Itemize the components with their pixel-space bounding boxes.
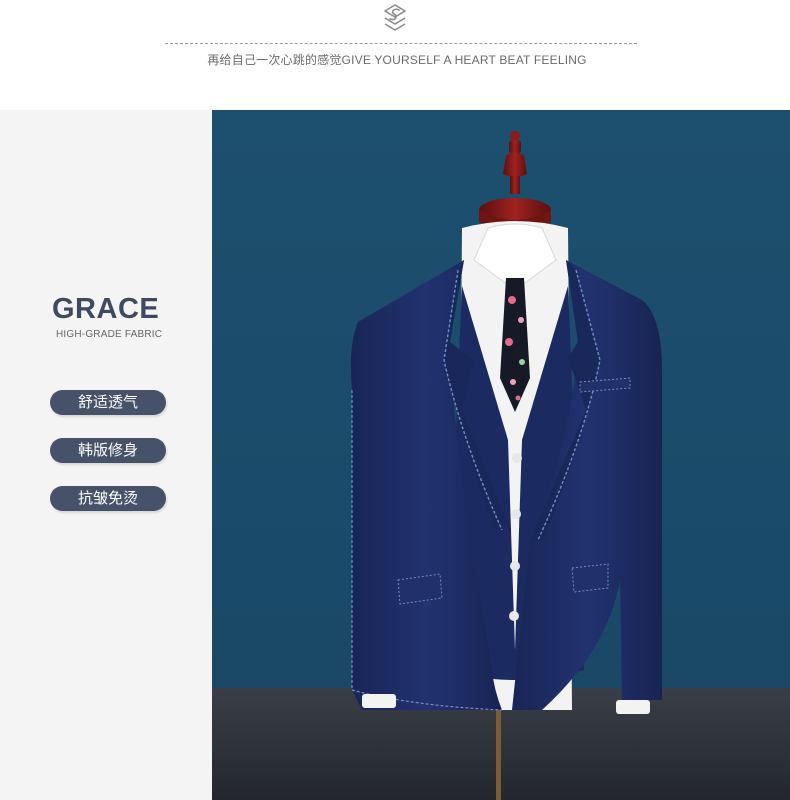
feature-tag-wrinkle-free: 抗皱免烫	[50, 486, 166, 511]
product-photo	[212, 110, 790, 800]
header-divider	[165, 43, 637, 44]
header-tagline: 再给自己一次心跳的感觉GIVE YOURSELF A HEART BEAT FE…	[207, 53, 587, 67]
feature-tag-breathable: 舒适透气	[50, 390, 166, 415]
feature-tag-slim-fit: 韩版修身	[50, 438, 166, 463]
page-header: 再给自己一次心跳的感觉GIVE YOURSELF A HEART BEAT FE…	[0, 0, 790, 110]
mannequin-finial	[479, 131, 551, 230]
feature-subtitle: HIGH-GRADE FABRIC	[56, 329, 163, 340]
suit-illustration	[212, 131, 790, 800]
s-logo-icon	[379, 2, 411, 34]
feature-title: GRACE	[52, 293, 160, 325]
